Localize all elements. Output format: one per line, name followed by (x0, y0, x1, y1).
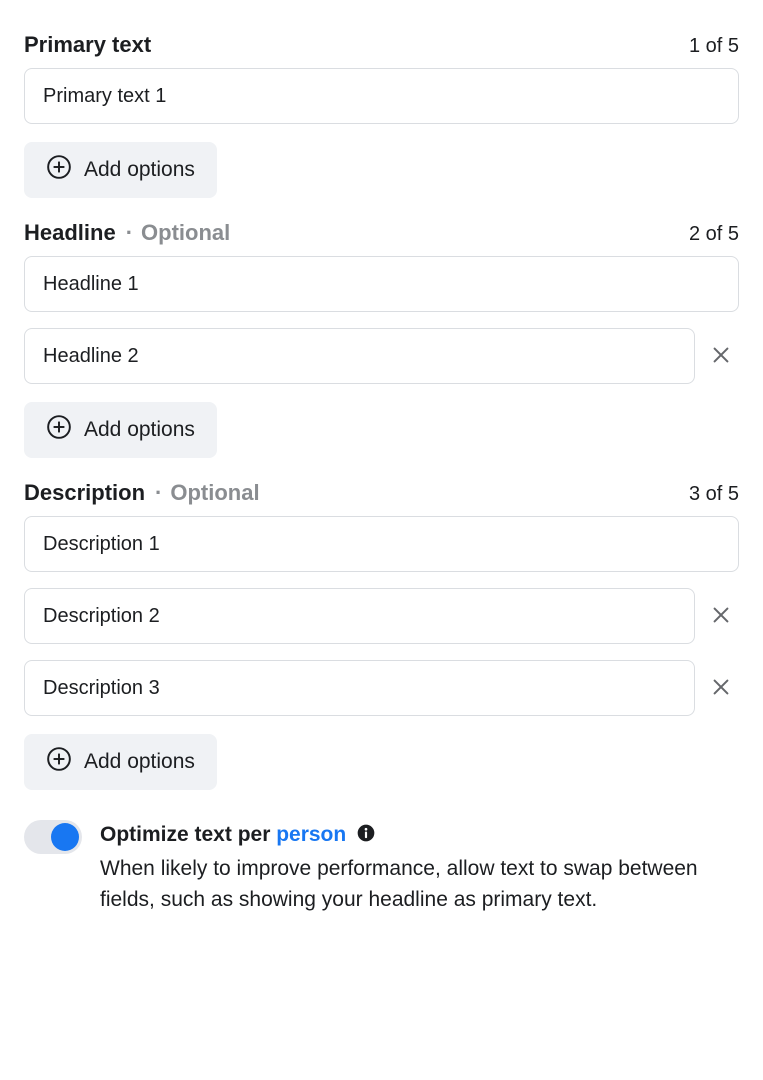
optimize-text-row: Optimize text per person When likely to … (24, 820, 739, 915)
primary-text-add-options-button[interactable]: Add options (24, 142, 217, 198)
headline-optional-label: Optional (141, 220, 230, 246)
headline-counter: 2 of 5 (689, 223, 739, 246)
plus-circle-icon (46, 414, 72, 446)
primary-text-section: Primary text 1 of 5 Add options (24, 32, 739, 198)
description-separator: · (149, 480, 166, 506)
optimize-text-toggle[interactable] (24, 820, 82, 854)
description-input-2[interactable] (24, 588, 695, 644)
primary-text-input-1[interactable] (24, 68, 739, 124)
headline-section: Headline · Optional 2 of 5 (24, 220, 739, 458)
headline-add-options-button[interactable]: Add options (24, 402, 217, 458)
headline-label: Headline (24, 220, 116, 246)
close-icon (710, 676, 732, 701)
plus-circle-icon (46, 154, 72, 186)
close-icon (710, 604, 732, 629)
headline-input-1[interactable] (24, 256, 739, 312)
optimize-title-prefix: Optimize text per (100, 823, 276, 846)
description-input-3[interactable] (24, 660, 695, 716)
description-label: Description (24, 480, 145, 506)
description-remove-button-2[interactable] (703, 598, 739, 634)
plus-circle-icon (46, 746, 72, 778)
headline-header: Headline · Optional 2 of 5 (24, 220, 739, 246)
add-options-label: Add options (84, 158, 195, 182)
primary-text-label: Primary text (24, 32, 151, 58)
description-add-options-button[interactable]: Add options (24, 734, 217, 790)
headline-remove-button-2[interactable] (703, 338, 739, 374)
close-icon (710, 344, 732, 369)
description-optional-label: Optional (170, 480, 259, 506)
add-options-label: Add options (84, 418, 195, 442)
description-counter: 3 of 5 (689, 483, 739, 506)
info-icon[interactable] (356, 823, 376, 843)
primary-text-counter: 1 of 5 (689, 35, 739, 58)
description-remove-button-3[interactable] (703, 670, 739, 706)
headline-input-2[interactable] (24, 328, 695, 384)
optimize-title: Optimize text per person (100, 820, 739, 850)
description-section: Description · Optional 3 of 5 (24, 480, 739, 790)
add-options-label: Add options (84, 750, 195, 774)
description-header: Description · Optional 3 of 5 (24, 480, 739, 506)
optimize-person-link[interactable]: person (276, 823, 346, 846)
optimize-description: When likely to improve performance, allo… (100, 854, 739, 915)
primary-text-header: Primary text 1 of 5 (24, 32, 739, 58)
description-input-1[interactable] (24, 516, 739, 572)
headline-separator: · (120, 220, 137, 246)
